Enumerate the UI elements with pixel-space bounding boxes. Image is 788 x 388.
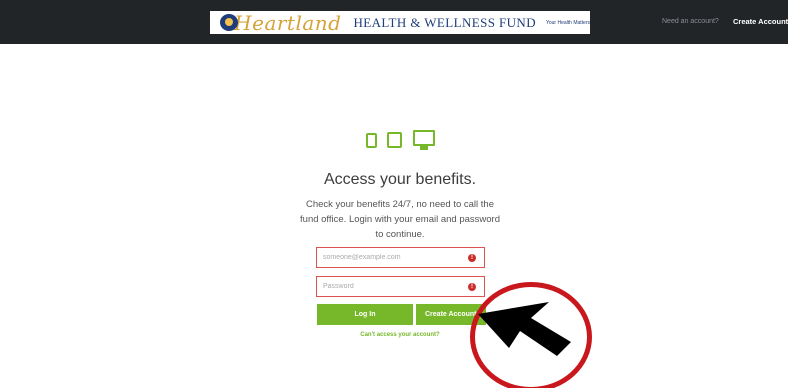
password-input[interactable] [317,277,484,296]
need-account-text: Need an account? [662,18,719,25]
logo-banner[interactable]: Heartland HEALTH & WELLNESS FUND Your He… [210,11,590,34]
create-account-link[interactable]: Create Account [733,17,788,26]
monitor-icon [413,130,435,146]
top-bar: Heartland HEALTH & WELLNESS FUND Your He… [0,0,788,44]
tablet-icon [387,132,402,148]
annotation-circle [470,282,592,388]
email-field[interactable]: ! [316,247,485,268]
page-title: Access your benefits. [323,171,477,188]
error-icon: ! [468,254,476,262]
email-input[interactable] [317,248,484,267]
cant-access-link[interactable]: Can't access your account? [330,332,470,338]
phone-icon [366,133,377,148]
logo-subtitle: HEALTH & WELLNESS FUND [353,14,536,30]
logo-tagline: Your Health Matters [545,19,590,26]
password-field[interactable]: ! [316,276,485,297]
cursor-arrow-icon [478,302,571,356]
login-button[interactable]: Log In [317,304,413,325]
logo-word: Heartland [234,11,342,34]
heartland-logo-mark-icon [218,11,238,34]
page-description: Check your benefits 24/7, no need to cal… [300,199,500,240]
device-icons [366,130,436,152]
error-icon: ! [468,283,476,291]
monitor-stand-icon [420,146,428,150]
